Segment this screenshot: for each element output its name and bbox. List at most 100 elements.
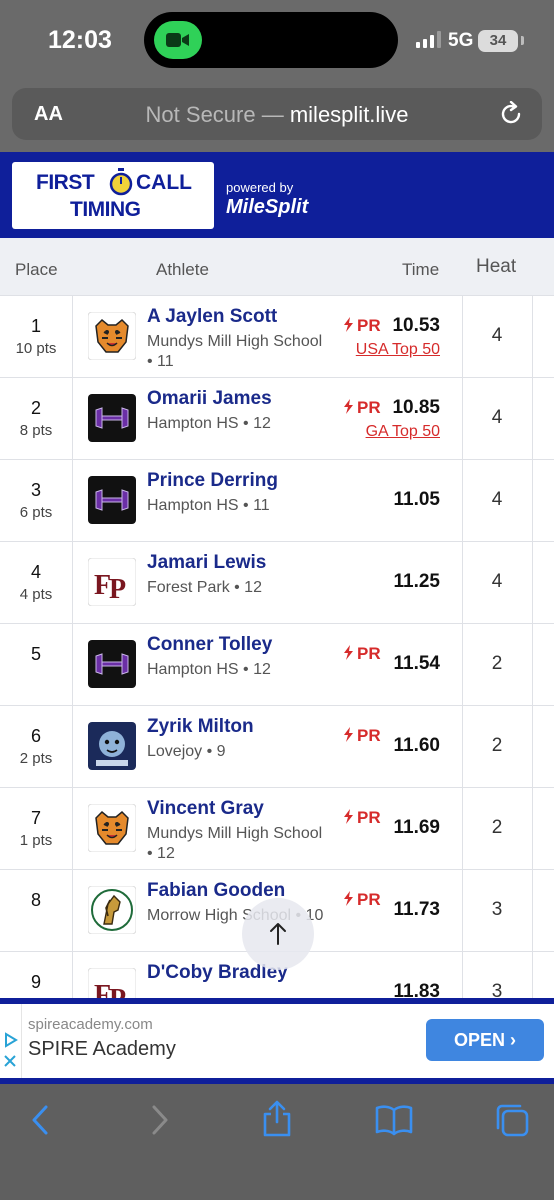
column-divider <box>72 542 73 624</box>
security-label: Not Secure <box>145 102 256 127</box>
column-heat[interactable]: Heat <box>476 256 516 278</box>
column-divider <box>72 296 73 378</box>
athlete-school[interactable]: Hampton HS • 11 <box>147 496 327 516</box>
table-row[interactable]: 6 2 pts Zyrik Milton Lovejoy • 9 PR 11.60 2 <box>0 706 554 788</box>
scroll-to-top-button[interactable] <box>242 898 314 970</box>
tabs-icon[interactable] <box>494 1102 530 1143</box>
url-separator: — <box>255 102 290 127</box>
team-logo-hampton[interactable] <box>88 476 136 524</box>
facetime-camera-icon <box>154 21 202 59</box>
athlete-name-link[interactable]: Omarii James <box>147 388 272 410</box>
bolt-icon <box>343 316 357 335</box>
battery-icon: 34 <box>478 30 518 52</box>
team-logo-fp[interactable]: FP <box>87 557 137 607</box>
logo-text-call: CALL <box>136 171 192 194</box>
athlete-school[interactable]: Lovejoy • 9 <box>147 742 327 762</box>
url-display[interactable]: Not Secure — milesplit.live <box>12 102 542 128</box>
table-row[interactable]: 7 1 pts Vincent Gray Mundys Mill High Schoo… <box>0 788 554 870</box>
first-call-timing-logo[interactable]: FIRST CALL TIMING <box>12 162 214 229</box>
athlete-school[interactable]: Mundys Mill High School • 11 <box>147 332 327 372</box>
row-place: 5 <box>30 644 41 664</box>
column-divider <box>72 624 73 706</box>
pr-badge: PR <box>343 890 381 910</box>
heat-number: 4 <box>491 325 503 346</box>
browser-toolbar <box>0 1084 554 1200</box>
column-time[interactable]: Time <box>402 260 439 280</box>
column-divider <box>532 624 533 706</box>
arrow-up-icon <box>270 923 286 945</box>
share-icon[interactable] <box>260 1098 294 1143</box>
heat-number: 4 <box>491 407 503 428</box>
team-logo-tiger[interactable] <box>87 311 137 361</box>
milesplit-logo[interactable]: MileSplit <box>226 196 308 219</box>
ad-banner[interactable]: spireacademy.com SPIRE Academy OPEN › <box>0 998 554 1084</box>
table-row[interactable]: 2 8 pts Omarii James Hampton HS • 12 PR 10.85… <box>0 378 554 460</box>
bolt-icon <box>343 890 357 909</box>
ad-open-button[interactable]: OPEN › <box>426 1019 544 1061</box>
column-place[interactable]: Place <box>15 260 58 280</box>
pr-label: PR <box>357 398 381 417</box>
reload-icon[interactable] <box>498 100 524 132</box>
column-athlete[interactable]: Athlete <box>156 260 209 280</box>
team-logo-wildcats[interactable] <box>88 722 136 770</box>
row-points: 6 pts <box>19 504 53 521</box>
table-row[interactable]: 4 4 pts F P Jamari Lewis Forest Park • 12 11.2… <box>0 542 554 624</box>
team-logo-mustang[interactable] <box>87 885 137 935</box>
column-divider <box>532 460 533 542</box>
ad-title[interactable]: SPIRE Academy <box>28 1038 176 1061</box>
heat-number: 3 <box>491 899 503 920</box>
athlete-name-link[interactable]: A Jaylen Scott <box>147 306 277 328</box>
powered-by-label: powered by <box>226 180 294 195</box>
mark-time: 11.25 <box>393 571 441 592</box>
row-place: 8 <box>30 890 41 910</box>
row-place: 1 <box>30 316 41 336</box>
bolt-icon <box>343 726 357 745</box>
heat-number: 4 <box>491 489 503 510</box>
athlete-school[interactable]: Hampton HS • 12 <box>147 414 327 434</box>
mark-time: 11.69 <box>393 817 441 838</box>
athlete-school[interactable]: Hampton HS • 12 <box>147 660 327 680</box>
bookmarks-icon[interactable] <box>374 1102 414 1143</box>
row-place: 4 <box>30 562 41 582</box>
athlete-name-link[interactable]: Zyrik Milton <box>147 716 254 738</box>
table-row[interactable]: 1 10 pts A Jaylen Scott Mundys Mill High Sc… <box>0 296 554 378</box>
ad-url: spireacademy.com <box>28 1016 153 1033</box>
column-divider <box>532 788 533 870</box>
pr-badge: PR <box>343 644 381 664</box>
athlete-name-link[interactable]: Vincent Gray <box>147 798 264 820</box>
athlete-name-link[interactable]: Prince Derring <box>147 470 278 492</box>
bolt-icon <box>343 808 357 827</box>
team-logo-hampton[interactable] <box>88 640 136 688</box>
team-logo-hampton[interactable] <box>88 394 136 442</box>
ad-choices-icon <box>5 1032 18 1048</box>
mark-time: 11.60 <box>393 735 441 756</box>
row-place: 9 <box>30 972 41 992</box>
back-icon[interactable] <box>26 1102 56 1143</box>
row-place: 6 <box>30 726 41 746</box>
ranking-link[interactable]: GA Top 50 <box>366 423 440 441</box>
mark-time: 11.73 <box>393 899 441 920</box>
athlete-name-link[interactable]: Jamari Lewis <box>147 552 266 574</box>
column-divider <box>532 296 533 378</box>
stopwatch-icon <box>108 168 134 201</box>
heat-number: 2 <box>491 817 503 838</box>
pr-label: PR <box>357 316 381 335</box>
network-type: 5G <box>448 30 474 51</box>
athlete-school[interactable]: Forest Park • 12 <box>147 578 327 598</box>
table-row[interactable]: 5 Conner Tolley Hampton HS • 12 PR 11.54 2 <box>0 624 554 706</box>
pr-badge: PR <box>343 316 381 336</box>
athlete-school[interactable]: Mundys Mill High School • 12 <box>147 824 327 864</box>
logo-text-timing: TIMING <box>70 198 141 221</box>
svg-text:P: P <box>109 574 126 605</box>
mark-time: 10.85 <box>392 397 440 418</box>
athlete-name-link[interactable]: Conner Tolley <box>147 634 272 656</box>
battery-cap <box>521 36 524 45</box>
bolt-icon <box>343 398 357 417</box>
address-bar[interactable]: AA Not Secure — milesplit.live <box>12 88 542 140</box>
forward-icon[interactable] <box>144 1102 174 1143</box>
bolt-icon <box>343 644 357 663</box>
ranking-link[interactable]: USA Top 50 <box>356 341 440 359</box>
heat-number: 2 <box>491 653 503 674</box>
team-logo-tiger[interactable] <box>87 803 137 853</box>
table-row[interactable]: 3 6 pts Prince Derring Hampton HS • 11 11.05… <box>0 460 554 542</box>
